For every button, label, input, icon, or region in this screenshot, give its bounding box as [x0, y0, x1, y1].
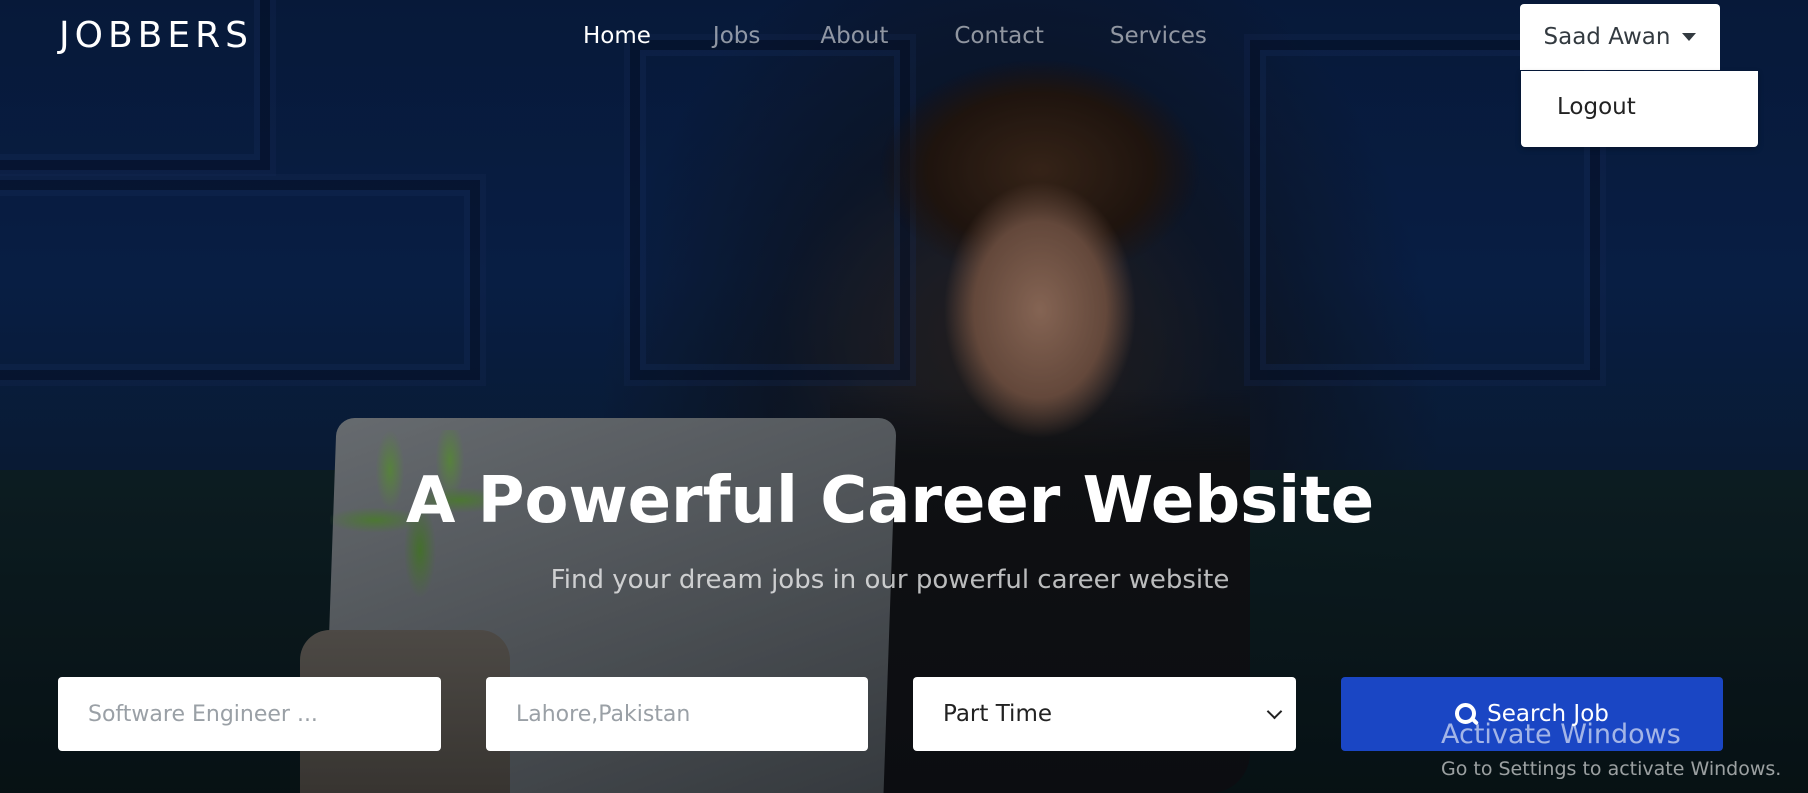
main-nav: Home Jobs About Contact Services — [583, 18, 1269, 54]
logout-link[interactable]: Logout — [1557, 91, 1636, 123]
chevron-down-icon — [1266, 703, 1283, 719]
nav-item-services: Services — [1110, 18, 1269, 54]
nav-item-jobs: Jobs — [713, 18, 820, 54]
nav-link-home[interactable]: Home — [583, 18, 651, 54]
location-input[interactable] — [486, 677, 868, 751]
hero-section: JOBBERS Home Jobs About Contact Services… — [0, 0, 1808, 793]
user-name-label: Saad Awan — [1543, 24, 1671, 50]
hero-subtitle: Find your dream jobs in our powerful car… — [550, 565, 1230, 595]
nav-link-contact[interactable]: Contact — [954, 18, 1043, 54]
user-menu-button[interactable]: Saad Awan — [1520, 4, 1720, 70]
nav-item-about: About — [820, 18, 954, 54]
brand-logo[interactable]: JOBBERS — [59, 14, 253, 58]
hero-title: A Powerful Career Website — [405, 464, 1375, 538]
nav-item-home: Home — [583, 18, 713, 54]
nav-link-jobs[interactable]: Jobs — [713, 18, 760, 54]
nav-link-about[interactable]: About — [820, 18, 888, 54]
nav-link-services[interactable]: Services — [1110, 18, 1207, 54]
user-dropdown-menu: Logout — [1521, 71, 1758, 147]
watermark-subtitle: Go to Settings to activate Windows. — [1441, 758, 1782, 780]
job-type-selected-value: Part Time — [943, 701, 1053, 727]
nav-item-contact: Contact — [954, 18, 1109, 54]
keyword-input[interactable] — [58, 677, 441, 751]
job-type-select[interactable]: Part Time — [913, 677, 1296, 751]
watermark-title: Activate Windows — [1441, 719, 1681, 750]
caret-down-icon — [1682, 33, 1697, 41]
activate-windows-watermark: Activate Windows Go to Settings to activ… — [1441, 715, 1781, 783]
